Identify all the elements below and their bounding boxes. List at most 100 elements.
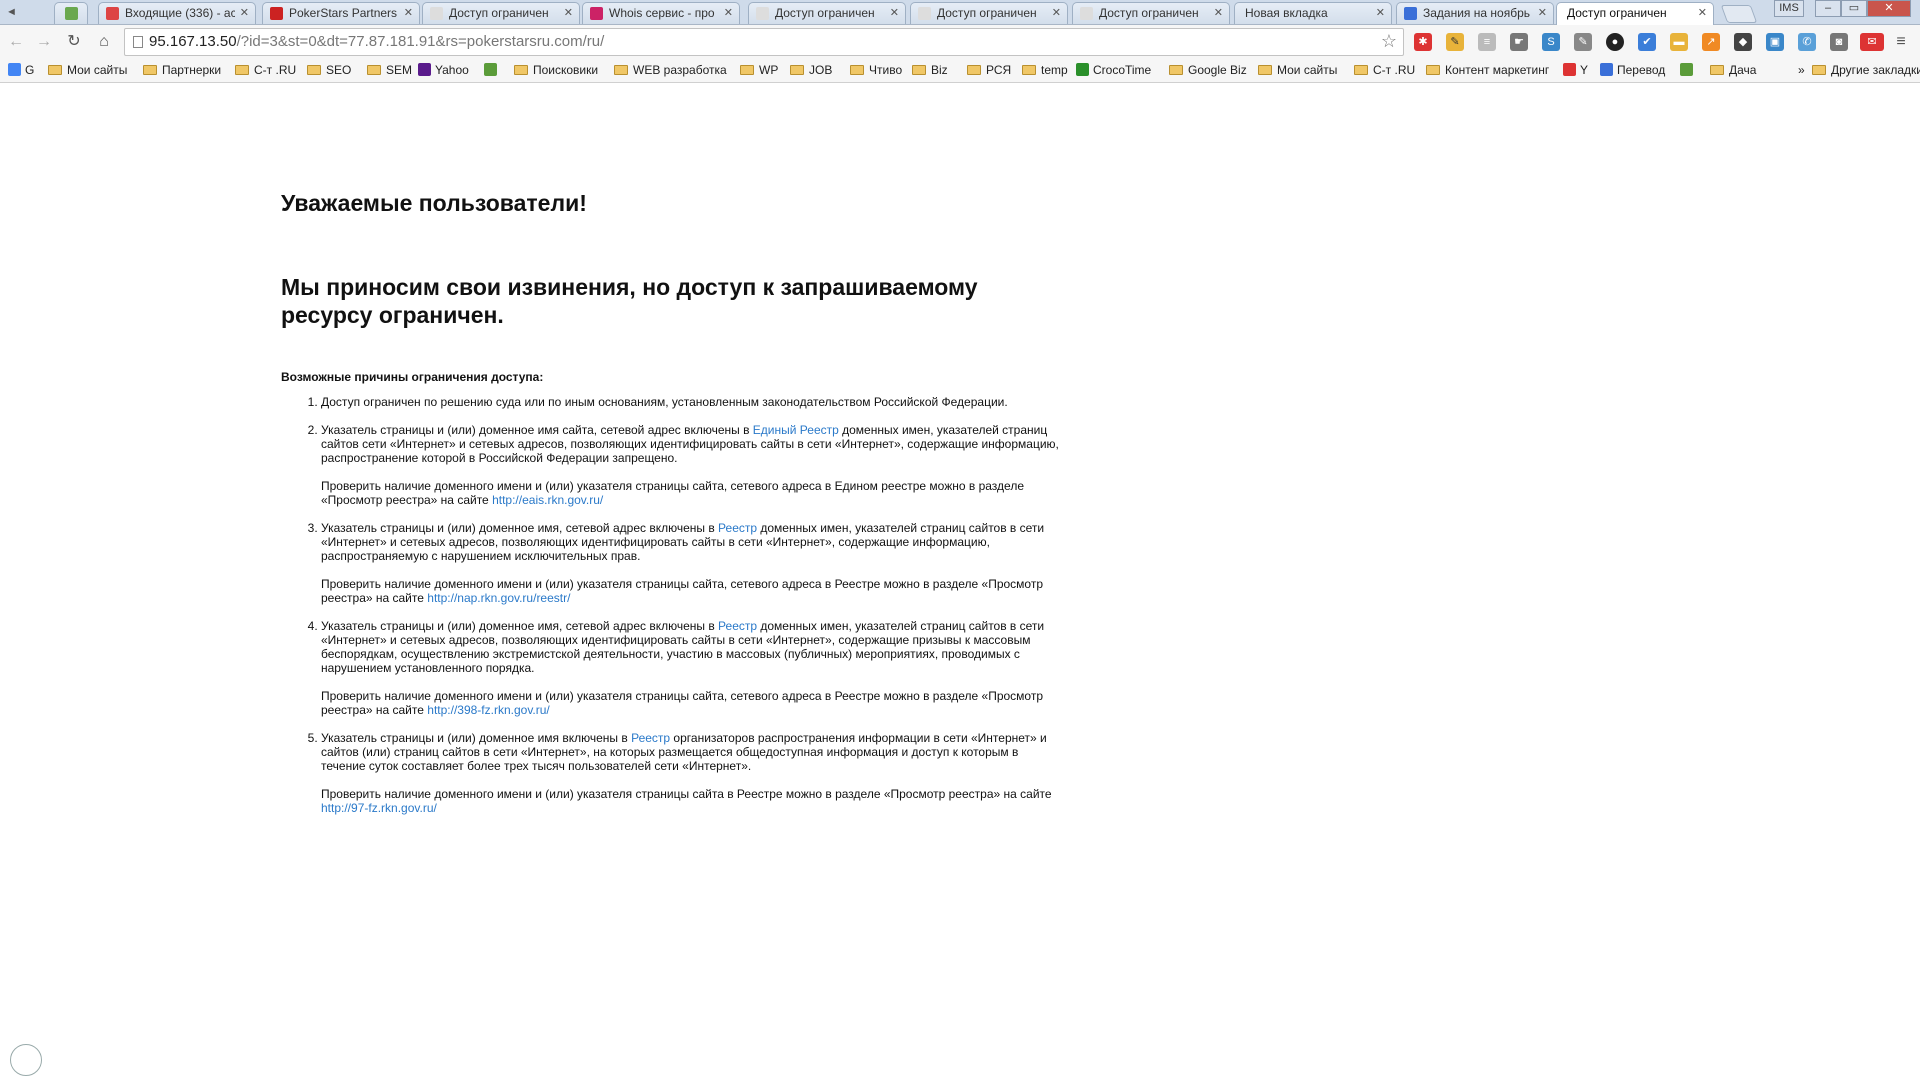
back-icon[interactable]: ← xyxy=(6,32,26,52)
extension-icon[interactable]: ▬ xyxy=(1670,33,1688,51)
reload-icon[interactable]: ↻ xyxy=(64,32,84,52)
bookmark-star-icon[interactable]: ☆ xyxy=(1381,31,1397,52)
bookmarks-more-icon[interactable]: » xyxy=(1798,59,1805,82)
extension-icon[interactable]: ● xyxy=(1606,33,1624,51)
bookmark-item[interactable]: Чтиво xyxy=(850,59,902,82)
tab-close-icon[interactable]: ✕ xyxy=(240,3,249,24)
bookmark-item[interactable] xyxy=(484,59,501,82)
check-site-link[interactable]: http://398-fz.rkn.gov.ru/ xyxy=(427,703,550,717)
check-site-link[interactable]: http://97-fz.rkn.gov.ru/ xyxy=(321,801,437,815)
bookmark-favicon-icon xyxy=(1563,63,1576,76)
registry-link[interactable]: Реестр xyxy=(718,521,757,535)
maximize-button[interactable]: ▭ xyxy=(1841,0,1867,17)
gmail-icon[interactable]: ✉ xyxy=(1860,33,1884,51)
bookmark-item[interactable]: С-т .RU xyxy=(1354,59,1415,82)
extension-icon[interactable]: ✎ xyxy=(1574,33,1592,51)
close-window-button[interactable]: ✕ xyxy=(1867,0,1911,17)
address-bar[interactable]: 95.167.13.50/?id=3&st=0&dt=77.87.181.91&… xyxy=(124,28,1404,56)
bookmark-item[interactable]: Y xyxy=(1563,59,1588,82)
bookmark-item[interactable]: Yahoo xyxy=(418,59,469,82)
check-site-link[interactable]: http://eais.rkn.gov.ru/ xyxy=(492,493,603,507)
bookmark-item[interactable]: Контент маркетинг xyxy=(1426,59,1549,82)
bookmark-item[interactable]: Перевод xyxy=(1600,59,1665,82)
forward-icon[interactable]: → xyxy=(34,32,54,52)
folder-icon xyxy=(912,65,926,75)
check-site-link[interactable]: http://nap.rkn.gov.ru/reestr/ xyxy=(427,591,570,605)
bookmark-item[interactable]: Мои сайты xyxy=(48,59,127,82)
other-bookmarks[interactable]: Другие закладки xyxy=(1812,59,1920,82)
folder-icon xyxy=(967,65,981,75)
tab[interactable]: Доступ ограничен ✕ xyxy=(748,2,906,24)
extension-icon[interactable]: ✆ xyxy=(1798,33,1816,51)
extension-icon[interactable]: ✔ xyxy=(1638,33,1656,51)
bookmark-item[interactable] xyxy=(1680,59,1697,82)
url-text[interactable]: 95.167.13.50/?id=3&st=0&dt=77.87.181.91&… xyxy=(149,29,604,55)
tab[interactable]: Доступ ограничен ✕ xyxy=(1072,2,1230,24)
tab-close-icon[interactable]: ✕ xyxy=(724,3,733,24)
bookmark-item[interactable]: SEO xyxy=(307,59,351,82)
folder-icon xyxy=(740,65,754,75)
tab-close-icon[interactable]: ✕ xyxy=(404,3,413,24)
reason-text-pre: Указатель страницы и (или) доменное имя,… xyxy=(321,619,719,633)
tab-close-icon[interactable]: ✕ xyxy=(1214,3,1223,24)
check-text: Проверить наличие доменного имени и (или… xyxy=(321,787,1061,815)
tab[interactable] xyxy=(54,2,88,24)
extension-icon[interactable]: ☛ xyxy=(1510,33,1528,51)
bookmark-item[interactable]: WP xyxy=(740,59,778,82)
registry-link[interactable]: Реестр xyxy=(631,731,670,745)
extension-icon[interactable]: ✱ xyxy=(1414,33,1432,51)
check-text-label: Проверить наличие доменного имени и (или… xyxy=(321,479,1024,507)
tab-close-icon[interactable]: ✕ xyxy=(890,3,899,24)
folder-icon xyxy=(1258,65,1272,75)
tab[interactable]: Whois сервис - про ✕ xyxy=(582,2,740,24)
bookmark-item[interactable]: Партнерки xyxy=(143,59,221,82)
tab[interactable]: PokerStars Partners ✕ xyxy=(262,2,420,24)
new-tab-button[interactable] xyxy=(1720,5,1758,23)
bookmark-item[interactable]: Google Biz xyxy=(1169,59,1247,82)
bookmark-item[interactable]: С-т .RU xyxy=(235,59,296,82)
bookmark-item[interactable]: WEB разработка xyxy=(614,59,727,82)
extension-icon[interactable]: S xyxy=(1542,33,1560,51)
minimize-button[interactable]: – xyxy=(1815,0,1841,17)
tab[interactable]: Новая вкладка ✕ xyxy=(1234,2,1392,24)
tab-favicon-icon xyxy=(756,7,769,20)
tab-close-icon[interactable]: ✕ xyxy=(1538,3,1547,24)
tab[interactable]: Доступ ограничен ✕ xyxy=(1556,2,1714,25)
tab-scroll-left-icon[interactable]: ◄ xyxy=(6,2,46,22)
bookmark-item[interactable]: Biz xyxy=(912,59,948,82)
tab-title: Whois сервис - про xyxy=(609,6,715,20)
reason-item: Указатель страницы и (или) доменное имя … xyxy=(321,731,1061,815)
tab-favicon-icon xyxy=(918,7,931,20)
tab[interactable]: Задания на ноябрь ✕ xyxy=(1396,2,1554,24)
registry-link[interactable]: Реестр xyxy=(718,619,757,633)
extension-icon[interactable]: ≡ xyxy=(1478,33,1496,51)
bookmark-item[interactable]: SEM xyxy=(367,59,412,82)
tab-close-icon[interactable]: ✕ xyxy=(1698,3,1707,24)
bookmark-item[interactable]: Мои сайты xyxy=(1258,59,1337,82)
extension-icon[interactable]: ◙ xyxy=(1830,33,1848,51)
bookmark-item[interactable]: JOB xyxy=(790,59,832,82)
tab-favicon-icon xyxy=(106,7,119,20)
registry-link[interactable]: Единый Реестр xyxy=(753,423,839,437)
folder-icon xyxy=(850,65,864,75)
bookmark-item[interactable]: CrocoTime xyxy=(1076,59,1151,82)
bookmark-item[interactable]: temp xyxy=(1022,59,1068,82)
bookmark-item[interactable]: G xyxy=(8,59,34,82)
extension-icon[interactable]: ▣ xyxy=(1766,33,1784,51)
tab-close-icon[interactable]: ✕ xyxy=(1376,3,1385,24)
folder-icon xyxy=(1426,65,1440,75)
extension-icon[interactable]: ◆ xyxy=(1734,33,1752,51)
extension-icon[interactable]: ↗ xyxy=(1702,33,1720,51)
bookmark-item[interactable]: Поисковики xyxy=(514,59,598,82)
menu-icon[interactable]: ≡ xyxy=(1893,33,1909,51)
bookmark-item[interactable]: Дача xyxy=(1710,59,1756,82)
tab-close-icon[interactable]: ✕ xyxy=(1052,3,1061,24)
folder-icon xyxy=(1354,65,1368,75)
tab[interactable]: Доступ ограничен ✕ xyxy=(422,2,580,24)
extension-icon[interactable]: ✎ xyxy=(1446,33,1464,51)
tab[interactable]: Доступ ограничен ✕ xyxy=(910,2,1068,24)
home-icon[interactable]: ⌂ xyxy=(94,32,114,52)
bookmark-item[interactable]: РСЯ xyxy=(967,59,1011,82)
tab[interactable]: Входящие (336) - ac ✕ xyxy=(98,2,256,24)
tab-close-icon[interactable]: ✕ xyxy=(564,3,573,24)
